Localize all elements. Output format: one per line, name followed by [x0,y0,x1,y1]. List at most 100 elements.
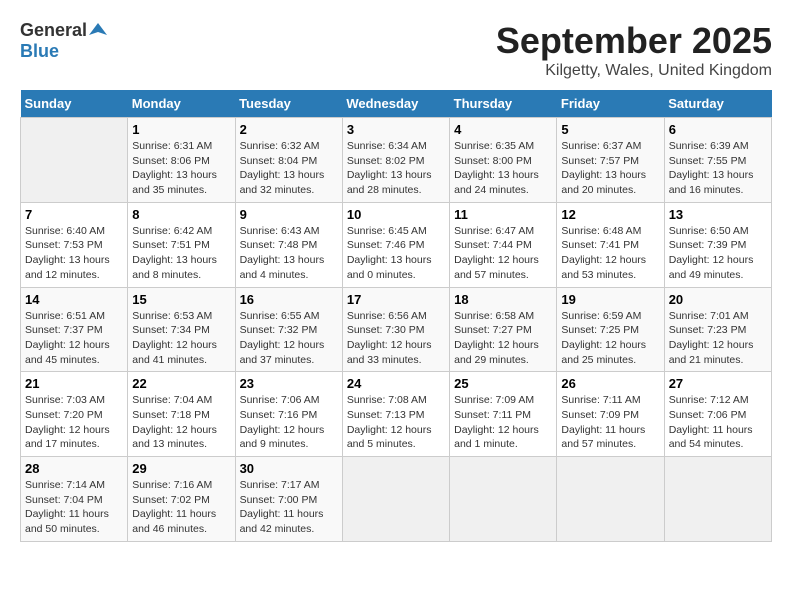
day-info: Sunrise: 6:50 AM Sunset: 7:39 PM Dayligh… [669,224,767,283]
day-cell: 29 Sunrise: 7:16 AM Sunset: 7:02 PM Dayli… [128,457,235,542]
day-info: Sunrise: 6:39 AM Sunset: 7:55 PM Dayligh… [669,139,767,198]
day-cell: 21Sunrise: 7:03 AM Sunset: 7:20 PM Dayli… [21,372,128,457]
day-number: 26 [561,376,659,391]
day-cell: 2 Sunrise: 6:32 AM Sunset: 8:04 PM Daylig… [235,118,342,203]
day-number: 16 [240,292,338,307]
day-cell: 19 Sunrise: 6:59 AM Sunset: 7:25 PM Dayli… [557,287,664,372]
day-cell: 27Sunrise: 7:12 AM Sunset: 7:06 PM Dayli… [664,372,771,457]
day-number: 18 [454,292,552,307]
day-info: Sunrise: 6:40 AM Sunset: 7:53 PM Dayligh… [25,224,123,283]
day-number: 25 [454,376,552,391]
day-info: Sunrise: 6:35 AM Sunset: 8:00 PM Dayligh… [454,139,552,198]
day-cell: 12 Sunrise: 6:48 AM Sunset: 7:41 PM Dayli… [557,202,664,287]
location: Kilgetty, Wales, United Kingdom [496,62,772,80]
day-info: Sunrise: 7:16 AM Sunset: 7:02 PM Dayligh… [132,478,230,537]
day-number: 8 [132,207,230,222]
month-title: September 2025 [496,20,772,62]
day-info: Sunrise: 6:42 AM Sunset: 7:51 PM Dayligh… [132,224,230,283]
day-cell: 7 Sunrise: 6:40 AM Sunset: 7:53 PM Daylig… [21,202,128,287]
day-info: Sunrise: 6:53 AM Sunset: 7:34 PM Dayligh… [132,309,230,368]
weekday-header-tuesday: Tuesday [235,90,342,118]
day-cell: 15 Sunrise: 6:53 AM Sunset: 7:34 PM Dayli… [128,287,235,372]
day-info: Sunrise: 6:51 AM Sunset: 7:37 PM Dayligh… [25,309,123,368]
day-cell: 30 Sunrise: 7:17 AM Sunset: 7:00 PM Dayli… [235,457,342,542]
day-cell: 23Sunrise: 7:06 AM Sunset: 7:16 PM Dayli… [235,372,342,457]
day-info: Sunrise: 7:08 AM Sunset: 7:13 PM Dayligh… [347,393,445,452]
day-cell [664,457,771,542]
day-cell: 25 Sunrise: 7:09 AM Sunset: 7:11 PM Dayli… [450,372,557,457]
day-info: Sunrise: 6:48 AM Sunset: 7:41 PM Dayligh… [561,224,659,283]
day-info: Sunrise: 6:59 AM Sunset: 7:25 PM Dayligh… [561,309,659,368]
day-cell: 5 Sunrise: 6:37 AM Sunset: 7:57 PM Daylig… [557,118,664,203]
day-number: 10 [347,207,445,222]
day-info: Sunrise: 7:03 AM Sunset: 7:20 PM Dayligh… [25,393,123,452]
day-cell: 14 Sunrise: 6:51 AM Sunset: 7:37 PM Dayli… [21,287,128,372]
day-number: 11 [454,207,552,222]
day-info: Sunrise: 7:17 AM Sunset: 7:00 PM Dayligh… [240,478,338,537]
day-info: Sunrise: 7:09 AM Sunset: 7:11 PM Dayligh… [454,393,552,452]
day-cell [557,457,664,542]
day-info: Sunrise: 6:32 AM Sunset: 8:04 PM Dayligh… [240,139,338,198]
day-number: 24 [347,376,445,391]
weekday-header-wednesday: Wednesday [342,90,449,118]
day-cell: 4 Sunrise: 6:35 AM Sunset: 8:00 PM Daylig… [450,118,557,203]
day-cell: 16 Sunrise: 6:55 AM Sunset: 7:32 PM Dayli… [235,287,342,372]
day-cell: 6 Sunrise: 6:39 AM Sunset: 7:55 PM Daylig… [664,118,771,203]
day-cell: 1 Sunrise: 6:31 AM Sunset: 8:06 PM Daylig… [128,118,235,203]
day-number: 19 [561,292,659,307]
title-area: September 2025 Kilgetty, Wales, United K… [496,20,772,80]
logo-general-text: General [20,20,87,41]
day-number: 28 [25,461,123,476]
logo-bird-icon [89,21,107,39]
day-info: Sunrise: 7:14 AM Sunset: 7:04 PM Dayligh… [25,478,123,537]
day-cell: 11 Sunrise: 6:47 AM Sunset: 7:44 PM Dayli… [450,202,557,287]
weekday-header-saturday: Saturday [664,90,771,118]
week-row-1: 1 Sunrise: 6:31 AM Sunset: 8:06 PM Daylig… [21,118,772,203]
day-cell: 26Sunrise: 7:11 AM Sunset: 7:09 PM Dayli… [557,372,664,457]
day-number: 29 [132,461,230,476]
day-cell [342,457,449,542]
day-number: 1 [132,122,230,137]
day-number: 9 [240,207,338,222]
day-number: 12 [561,207,659,222]
week-row-2: 7 Sunrise: 6:40 AM Sunset: 7:53 PM Daylig… [21,202,772,287]
day-cell: 28 Sunrise: 7:14 AM Sunset: 7:04 PM Dayli… [21,457,128,542]
day-number: 2 [240,122,338,137]
day-cell: 22Sunrise: 7:04 AM Sunset: 7:18 PM Dayli… [128,372,235,457]
day-cell: 9 Sunrise: 6:43 AM Sunset: 7:48 PM Daylig… [235,202,342,287]
day-cell: 3Sunrise: 6:34 AM Sunset: 8:02 PM Daylig… [342,118,449,203]
day-info: Sunrise: 6:31 AM Sunset: 8:06 PM Dayligh… [132,139,230,198]
weekday-header-sunday: Sunday [21,90,128,118]
day-info: Sunrise: 7:06 AM Sunset: 7:16 PM Dayligh… [240,393,338,452]
day-cell: 13 Sunrise: 6:50 AM Sunset: 7:39 PM Dayli… [664,202,771,287]
day-number: 7 [25,207,123,222]
day-cell: 24 Sunrise: 7:08 AM Sunset: 7:13 PM Dayli… [342,372,449,457]
day-number: 15 [132,292,230,307]
day-info: Sunrise: 6:37 AM Sunset: 7:57 PM Dayligh… [561,139,659,198]
day-number: 6 [669,122,767,137]
day-number: 4 [454,122,552,137]
day-number: 27 [669,376,767,391]
day-number: 5 [561,122,659,137]
calendar-table: SundayMondayTuesdayWednesdayThursdayFrid… [20,90,772,542]
day-cell [450,457,557,542]
week-row-5: 28 Sunrise: 7:14 AM Sunset: 7:04 PM Dayli… [21,457,772,542]
day-number: 13 [669,207,767,222]
day-cell: 20Sunrise: 7:01 AM Sunset: 7:23 PM Dayli… [664,287,771,372]
day-info: Sunrise: 6:55 AM Sunset: 7:32 PM Dayligh… [240,309,338,368]
day-cell: 8 Sunrise: 6:42 AM Sunset: 7:51 PM Daylig… [128,202,235,287]
day-cell: 10 Sunrise: 6:45 AM Sunset: 7:46 PM Dayli… [342,202,449,287]
day-info: Sunrise: 6:56 AM Sunset: 7:30 PM Dayligh… [347,309,445,368]
day-number: 14 [25,292,123,307]
day-info: Sunrise: 6:43 AM Sunset: 7:48 PM Dayligh… [240,224,338,283]
day-info: Sunrise: 6:47 AM Sunset: 7:44 PM Dayligh… [454,224,552,283]
day-number: 30 [240,461,338,476]
logo: General Blue [20,20,107,62]
weekday-header-row: SundayMondayTuesdayWednesdayThursdayFrid… [21,90,772,118]
day-number: 20 [669,292,767,307]
page-header: General Blue September 2025 Kilgetty, Wa… [20,20,772,80]
day-cell: 17Sunrise: 6:56 AM Sunset: 7:30 PM Dayli… [342,287,449,372]
logo-blue-text: Blue [20,41,59,61]
day-info: Sunrise: 6:45 AM Sunset: 7:46 PM Dayligh… [347,224,445,283]
day-number: 3 [347,122,445,137]
